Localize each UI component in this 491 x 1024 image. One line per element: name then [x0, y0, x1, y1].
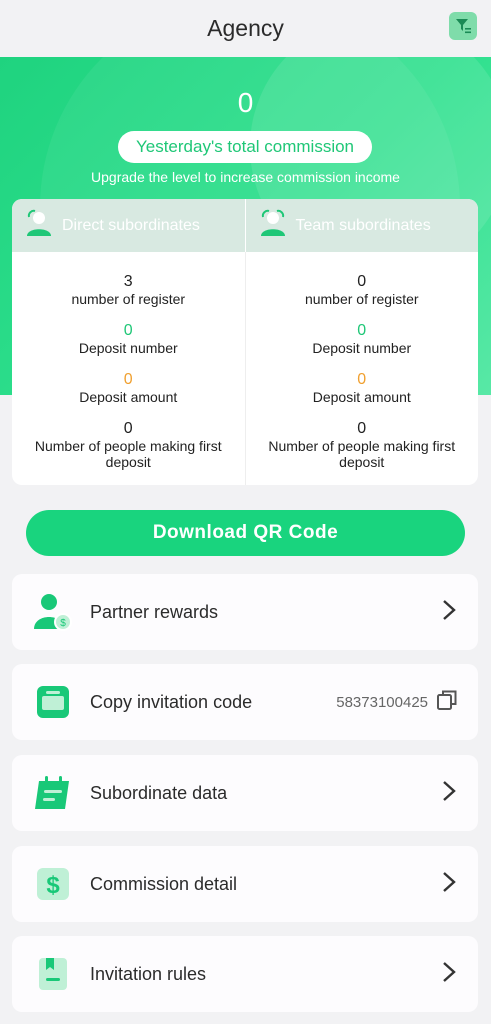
team-deposit-number-label: Deposit number: [312, 340, 412, 356]
svg-text:$: $: [46, 872, 60, 899]
page-title: Agency: [207, 15, 284, 41]
filter-icon[interactable]: [449, 12, 477, 40]
copy-icon[interactable]: [436, 689, 458, 716]
team-register-label: number of register: [304, 291, 419, 307]
svg-text:$: $: [60, 618, 66, 629]
team-register-value: 0: [357, 273, 367, 290]
header: Agency: [0, 0, 491, 57]
chevron-right-icon: [442, 599, 456, 626]
inbox-icon: [32, 681, 74, 723]
chevron-right-icon: [442, 780, 456, 807]
direct-deposit-amount-label: Deposit amount: [79, 389, 178, 405]
team-icon: [258, 209, 288, 242]
team-subordinates-tab: Team subordinates: [244, 199, 479, 252]
subordinate-data-label: Subordinate data: [90, 782, 228, 803]
partner-rewards-item[interactable]: $ Partner rewards: [12, 574, 478, 650]
subordinates-header: Direct subordinates Team subordinates: [12, 199, 478, 252]
chevron-right-icon: [442, 961, 456, 988]
subordinates-stats: 3 number of register 0 Deposit number 0 …: [12, 252, 478, 485]
team-stats: 0 number of register 0 Deposit number 0 …: [244, 252, 479, 485]
yesterday-commission-amount: 0: [237, 87, 254, 118]
download-qr-code-button[interactable]: Download QR Code: [26, 510, 465, 556]
team-first-deposit-value: 0: [357, 420, 367, 437]
invitation-rules-item[interactable]: Invitation rules: [12, 936, 478, 1012]
upgrade-hint: Upgrade the level to increase commission…: [91, 169, 400, 185]
dollar-icon: $: [32, 863, 74, 905]
subordinates-card: Direct subordinates Team subordinates 3 …: [12, 199, 478, 485]
direct-register-label: number of register: [71, 291, 186, 307]
partner-rewards-label: Partner rewards: [90, 601, 219, 622]
person-icon: [24, 209, 54, 242]
partner-rewards-icon: $: [32, 591, 74, 633]
direct-first-deposit-label: Number of people making first deposit: [34, 438, 222, 470]
commission-detail-label: Commission detail: [90, 873, 238, 894]
rules-book-icon: [32, 953, 74, 995]
invitation-code-value: 58373100425: [336, 693, 428, 711]
copy-invitation-code-label: Copy invitation code: [90, 691, 253, 712]
direct-deposit-number-value: 0: [123, 322, 133, 339]
chevron-right-icon: [442, 871, 456, 898]
direct-register-value: 3: [123, 273, 133, 290]
calendar-icon: [32, 772, 74, 814]
direct-first-deposit-value: 0: [123, 420, 133, 437]
direct-deposit-amount-value: 0: [123, 371, 133, 388]
invitation-rules-label: Invitation rules: [90, 963, 207, 984]
subordinate-data-item[interactable]: Subordinate data: [12, 755, 478, 831]
direct-stats: 3 number of register 0 Deposit number 0 …: [12, 252, 245, 485]
copy-invitation-code-item[interactable]: Copy invitation code 58373100425: [12, 664, 478, 740]
team-deposit-amount-value: 0: [357, 371, 367, 388]
direct-deposit-number-label: Deposit number: [78, 340, 178, 356]
direct-subordinates-tab: Direct subordinates: [12, 199, 245, 252]
team-deposit-amount-label: Deposit amount: [312, 389, 411, 405]
yesterday-commission-label: Yesterday's total commission: [118, 131, 372, 163]
team-first-deposit-label: Number of people making first deposit: [268, 438, 456, 470]
commission-detail-item[interactable]: $ Commission detail: [12, 846, 478, 922]
team-deposit-number-value: 0: [357, 322, 367, 339]
